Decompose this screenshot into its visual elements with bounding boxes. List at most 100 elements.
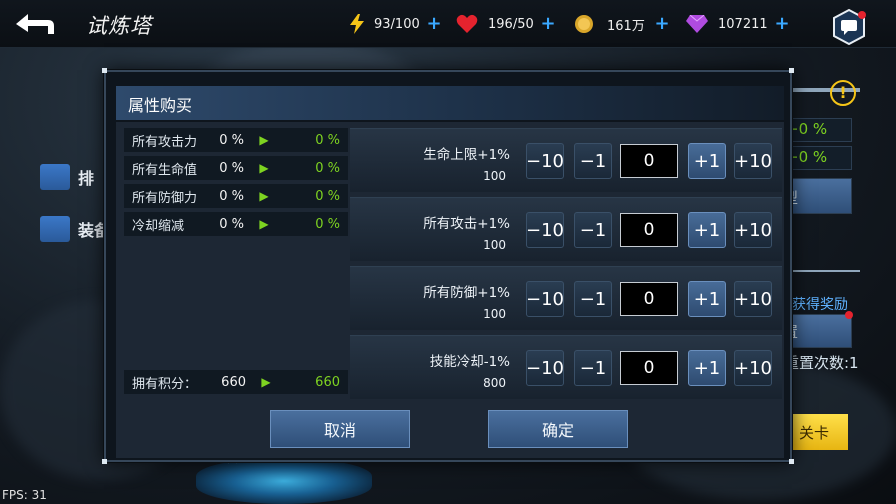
back-arrow-icon xyxy=(16,14,54,34)
dialog-header: 属性购买 xyxy=(116,86,784,120)
reset-count: 重置次数:1 xyxy=(784,354,859,372)
arrow-right-icon: ▶ xyxy=(259,133,269,147)
plus-10-button[interactable]: +10 xyxy=(734,212,772,248)
minus-1-button[interactable]: −1 xyxy=(574,281,612,317)
coin-icon xyxy=(573,13,595,35)
stat-row-cooldown: 冷却缩减 0 % ▶ 0 % xyxy=(124,212,348,236)
plus-icon: + xyxy=(774,13,790,34)
dialog-title: 属性购买 xyxy=(128,96,193,115)
option-cost: 100 xyxy=(483,169,506,183)
stats-panel: 所有攻击力 0 % ▶ 0 % 所有生命值 0 % ▶ 0 % 所有防御力 0 … xyxy=(116,122,350,458)
lightning-icon xyxy=(346,13,368,35)
minus-10-button[interactable]: −10 xyxy=(526,143,564,179)
gem-icon xyxy=(686,13,708,35)
stat-label: 所有攻击力 xyxy=(132,134,198,150)
energy-resource: 93/100 xyxy=(346,12,420,36)
quantity-field[interactable]: 0 xyxy=(620,282,678,316)
fps-counter: FPS: 31 xyxy=(2,488,47,502)
plus-10-button[interactable]: +10 xyxy=(734,143,772,179)
stamina-value: 196/50 xyxy=(488,16,534,32)
plus-1-button[interactable]: +1 xyxy=(688,350,726,386)
option-row-attack: 所有攻击+1% 100 −10 −1 0 +1 +10 xyxy=(350,197,782,261)
gems-value: 107211 xyxy=(718,16,768,32)
plus-icon: + xyxy=(654,13,670,34)
gold-value: 161万 xyxy=(607,18,645,34)
chat-icon xyxy=(833,8,866,46)
stat-label: 冷却缩减 xyxy=(132,218,185,234)
stat-current: 0 % xyxy=(219,132,244,148)
notification-dot xyxy=(845,311,853,319)
divider xyxy=(780,270,860,272)
stat-after: 0 % xyxy=(315,132,340,148)
chat-button[interactable] xyxy=(830,8,868,46)
sidebar-item-equipment[interactable]: 装备 xyxy=(40,212,110,246)
minus-10-button[interactable]: −10 xyxy=(526,212,564,248)
minus-1-button[interactable]: −1 xyxy=(574,350,612,386)
gems-resource: 107211 xyxy=(686,12,768,36)
stat-current: 0 % xyxy=(219,188,244,204)
stat-label: 所有防御力 xyxy=(132,190,198,206)
points-label: 拥有积分： xyxy=(132,376,198,392)
plus-10-button[interactable]: +10 xyxy=(734,281,772,317)
option-name: 生命上限+1% xyxy=(423,147,510,163)
top-bar: 试炼塔 93/100 + 196/50 + 161万 + 107211 + xyxy=(0,0,896,48)
game-screen: 试炼塔 93/100 + 196/50 + 161万 + 107211 + 排 … xyxy=(0,0,896,504)
plus-10-button[interactable]: +10 xyxy=(734,350,772,386)
minus-1-button[interactable]: −1 xyxy=(574,143,612,179)
option-cost: 800 xyxy=(483,376,506,390)
quantity-field[interactable]: 0 xyxy=(620,351,678,385)
quantity-field[interactable]: 0 xyxy=(620,213,678,247)
arrow-right-icon: ▶ xyxy=(259,161,269,175)
quantity-field[interactable]: 0 xyxy=(620,144,678,178)
arrow-right-icon: ▶ xyxy=(259,189,269,203)
cancel-button[interactable]: 取消 xyxy=(270,410,410,448)
confirm-button[interactable]: 确定 xyxy=(488,410,628,448)
back-button[interactable] xyxy=(10,8,58,40)
plus-icon: + xyxy=(426,13,442,34)
arrow-right-icon: ▶ xyxy=(259,217,269,231)
stat-label: 所有生命值 xyxy=(132,162,198,178)
stat-row-attack: 所有攻击力 0 % ▶ 0 % xyxy=(124,128,348,152)
option-cost: 100 xyxy=(483,307,506,321)
option-name: 所有攻击+1% xyxy=(423,216,510,232)
sidebar-item-label: 排 xyxy=(78,169,95,188)
stat-after: 0 % xyxy=(315,160,340,176)
option-cost: 100 xyxy=(483,238,506,252)
sidebar-item-rank[interactable]: 排 xyxy=(40,160,110,194)
cart-icon xyxy=(40,216,70,242)
corner-marker xyxy=(789,459,794,464)
reward-text: 获得奖励 xyxy=(792,297,848,313)
corner-marker xyxy=(789,68,794,73)
plus-1-button[interactable]: +1 xyxy=(688,212,726,248)
minus-10-button[interactable]: −10 xyxy=(526,350,564,386)
stamina-resource: 196/50 xyxy=(456,12,534,36)
minus-10-button[interactable]: −10 xyxy=(526,281,564,317)
plus-1-button[interactable]: +1 xyxy=(688,281,726,317)
heart-icon xyxy=(456,13,478,35)
stat-row-defense: 所有防御力 0 % ▶ 0 % xyxy=(124,184,348,208)
plus-icon: + xyxy=(540,13,556,34)
bg-stat-value: +0 % xyxy=(786,148,828,166)
option-name: 所有防御+1% xyxy=(423,285,510,301)
corner-marker xyxy=(102,68,107,73)
attribute-purchase-dialog: 属性购买 所有攻击力 0 % ▶ 0 % 所有生命值 0 % ▶ 0 % 所有防… xyxy=(102,68,794,464)
option-row-cooldown: 技能冷却-1% 800 −10 −1 0 +1 +10 xyxy=(350,335,782,399)
bg-stat-value: +0 % xyxy=(786,120,828,138)
arrow-right-icon: ▶ xyxy=(261,375,271,389)
points-current: 660 xyxy=(221,374,246,390)
points-row: 拥有积分： 660 ▶ 660 xyxy=(124,370,348,394)
stat-row-health: 所有生命值 0 % ▶ 0 % xyxy=(124,156,348,180)
stat-after: 0 % xyxy=(315,188,340,204)
dialog-body: 所有攻击力 0 % ▶ 0 % 所有生命值 0 % ▶ 0 % 所有防御力 0 … xyxy=(116,122,784,458)
plus-1-button[interactable]: +1 xyxy=(688,143,726,179)
corner-marker xyxy=(102,459,107,464)
level-button-label: 关卡 xyxy=(798,423,829,442)
gold-resource: 161万 xyxy=(573,12,645,36)
page-title: 试炼塔 xyxy=(86,14,152,38)
stat-after: 0 % xyxy=(315,216,340,232)
bar-chart-icon xyxy=(40,164,70,190)
option-row-health: 生命上限+1% 100 −10 −1 0 +1 +10 xyxy=(350,128,782,192)
warning-icon[interactable]: ! xyxy=(830,80,856,106)
minus-1-button[interactable]: −1 xyxy=(574,212,612,248)
energy-value: 93/100 xyxy=(374,16,420,32)
